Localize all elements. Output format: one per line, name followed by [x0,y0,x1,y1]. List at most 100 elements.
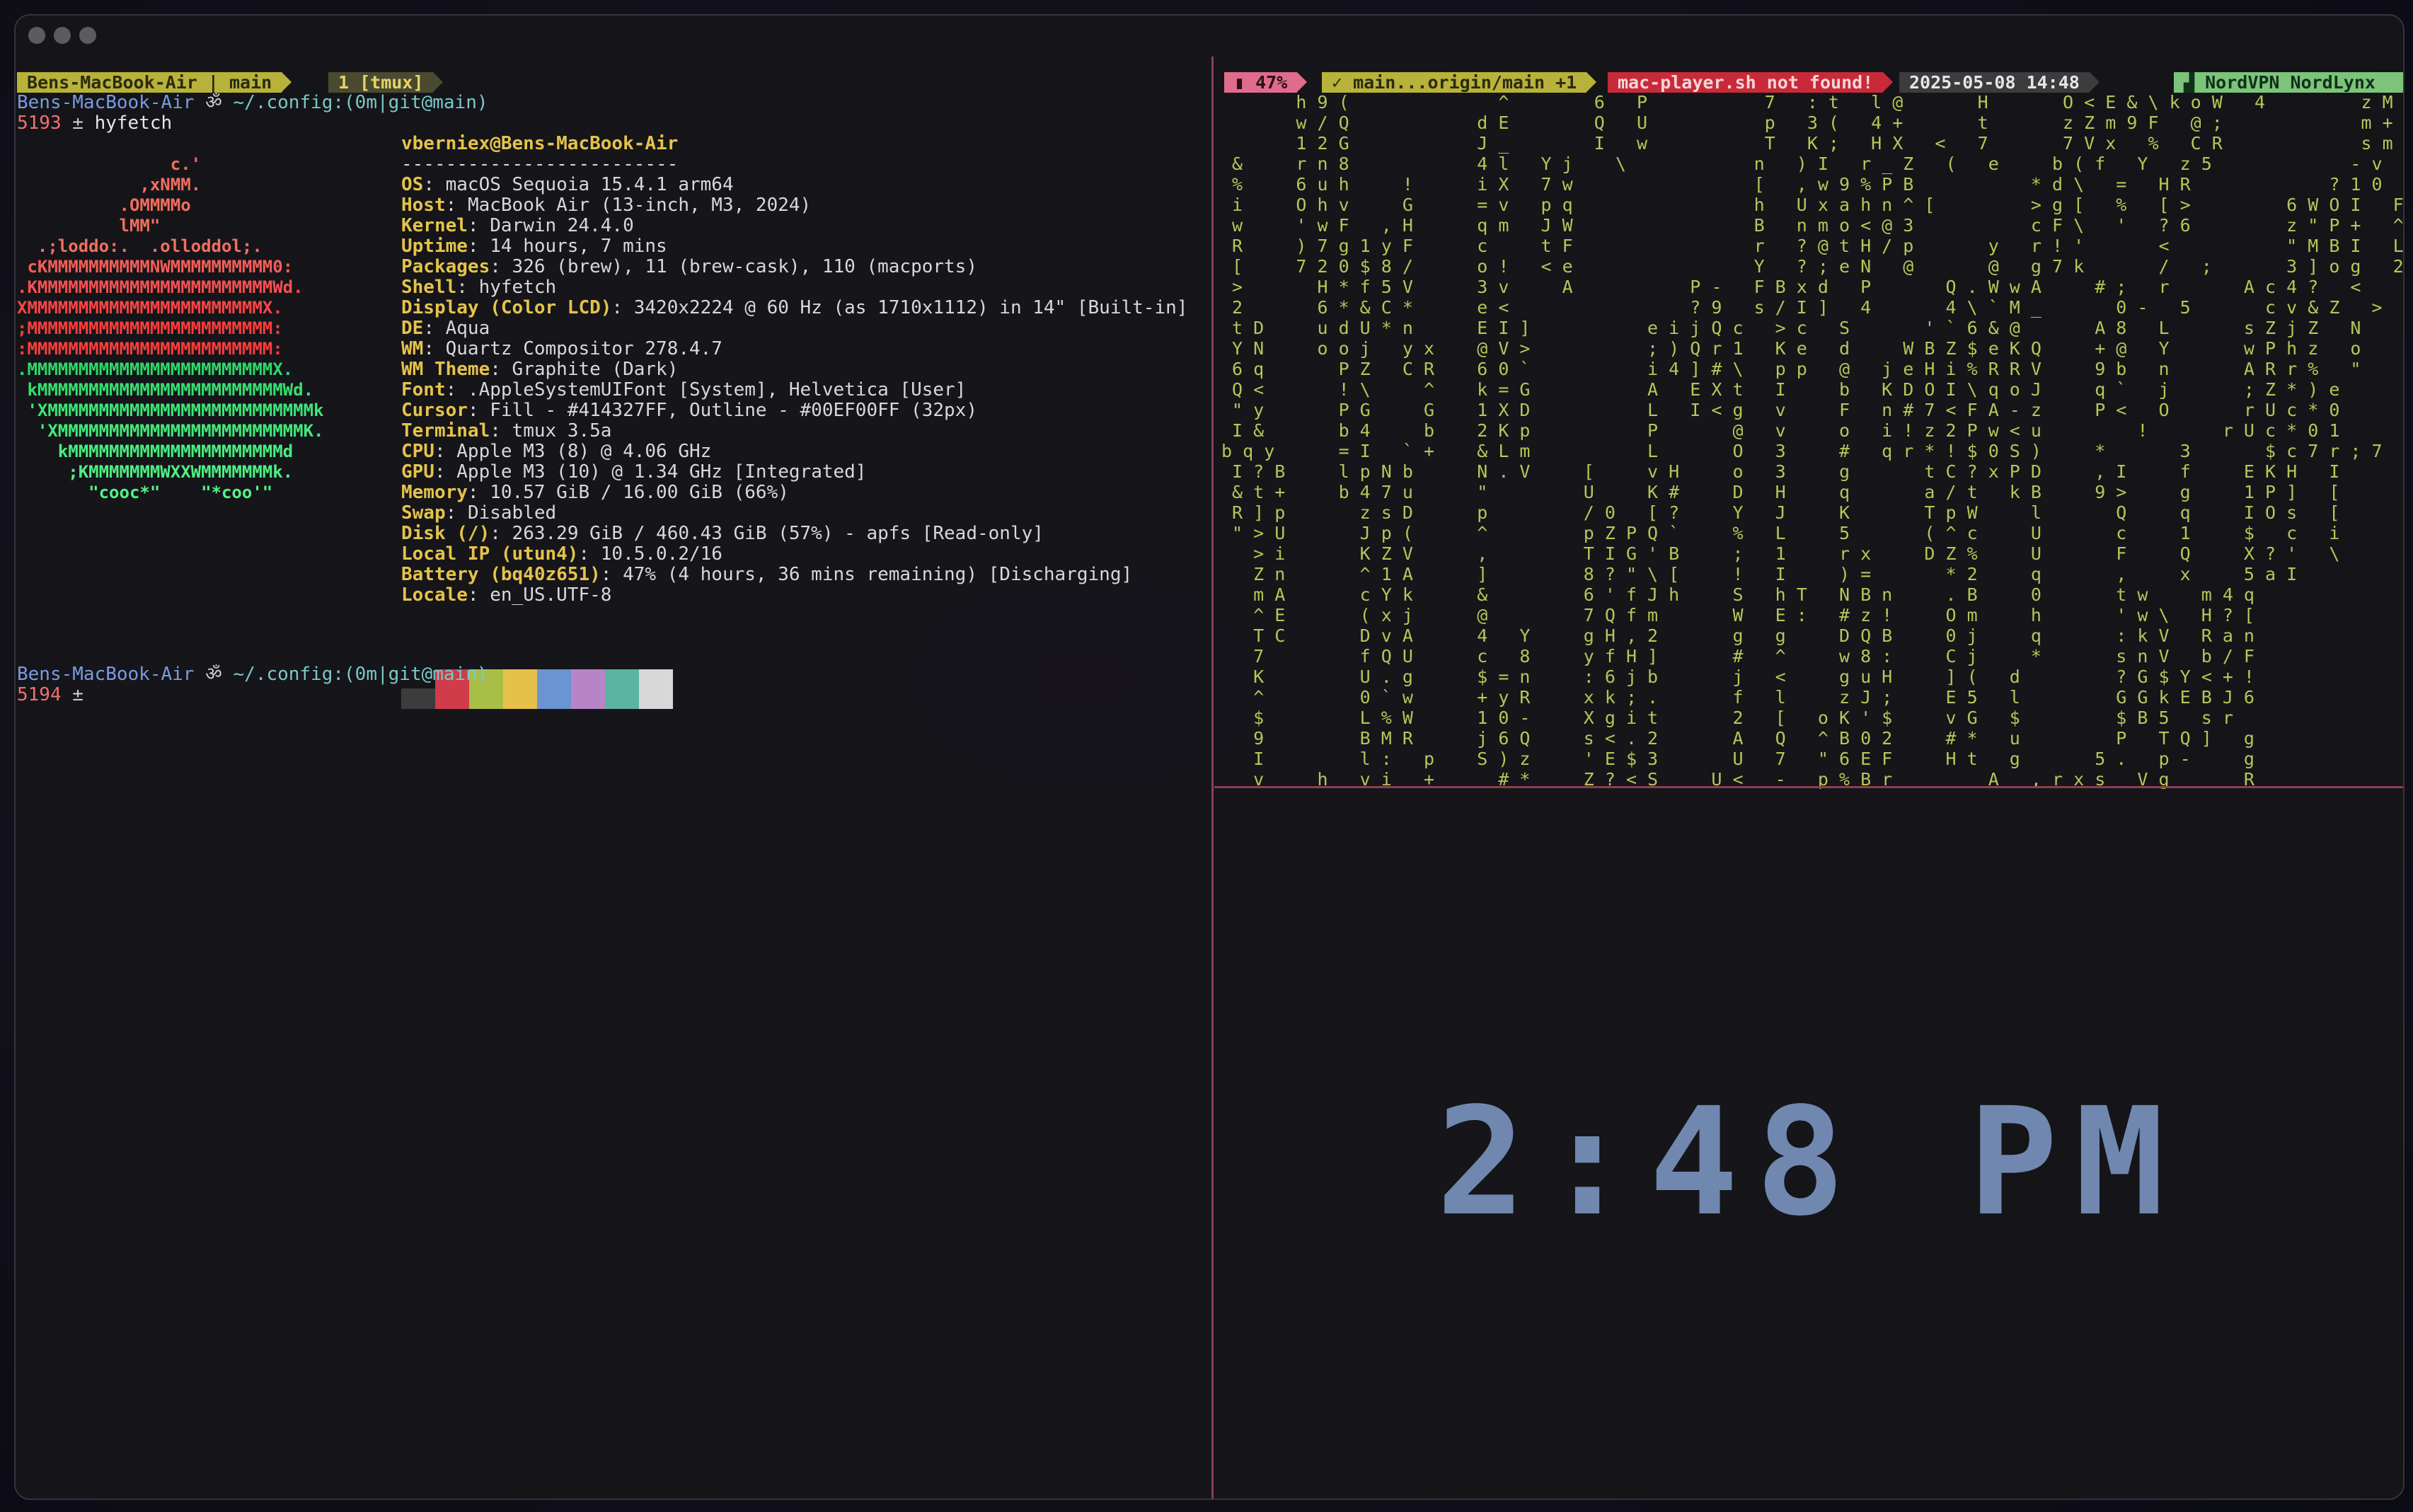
fetch-row: Host: MacBook Air (13-inch, M3, 2024) [401,195,812,216]
fetch-key: CPU [401,441,434,462]
left-pane[interactable]: Bens-MacBook-Air | main 1 [tmux] Bens-Ma… [16,57,1211,1497]
line-number: 5193 [17,112,62,134]
cmatrix-output: h 9 ( ^ 6 P 7 : t l @ H O < E & \ k o W … [1221,92,2403,790]
fetch-key: Battery (bq40z651) [401,564,601,585]
fetch-value: Disabled [467,502,557,524]
fetch-user-host: vberniex@Bens-MacBook-Air [401,133,679,154]
fetch-value: Apple M3 (10) @ 1.34 GHz [Integrated] [456,461,867,483]
fetch-row: Terminal: tmux 3.5a [401,420,612,442]
logo-line: ;MMMMMMMMMMMMMMMMMMMMMMMM: [17,318,283,338]
logo-line: "cooc*" "*coo'" [17,483,273,502]
git-value: main...origin/main +1 [1353,72,1577,93]
player-segment: mac-player.sh not found! [1608,72,1894,93]
fetch-key: GPU [401,461,434,483]
fetch-key: Terminal [401,420,490,442]
fetch-key: DE [401,318,424,339]
fetch-row: Local IP (utun4): 10.5.0.2/16 [401,543,722,565]
battery-segment: ▮ 47% [1224,72,1308,93]
logo-line: .;loddo:. .olloddol;. [17,236,263,256]
fetch-value: 10.5.0.2/16 [600,543,722,565]
fetch-separator: ------------------------- [401,154,679,175]
fetch-key: WM Theme [401,359,490,380]
palette-swatch [537,669,571,709]
fetch-row: CPU: Apple M3 (8) @ 4.06 GHz [401,441,712,462]
fetch-value: Apple M3 (8) @ 4.06 GHz [456,441,712,462]
fetch-key: Cursor [401,400,468,421]
vpn-segment: ▟ NordVPN NordLynx [2174,72,2403,93]
fetch-key: Packages [401,256,490,277]
logo-line: c.' [17,154,202,174]
fetch-key: Memory [401,482,468,503]
fetch-row: Disk (/): 263.29 GiB / 460.43 GiB (57%) … [401,523,1044,544]
prompt-host: Bens-MacBook-Air [17,664,195,685]
fetch-value: hyfetch [478,277,557,298]
fetch-row: Locale: en_US.UTF-8 [401,584,612,606]
minimize-button[interactable] [54,27,71,44]
fetch-key: Local IP (utun4) [401,543,579,565]
terminal-window: Bens-MacBook-Air | main 1 [tmux] Bens-Ma… [14,14,2405,1500]
logo-line: kMMMMMMMMMMMMMMMMMMMMMd [17,442,294,461]
fetch-row: Swap: Disabled [401,502,557,524]
fetch-key: OS [401,174,424,195]
fetch-value: MacBook Air (13-inch, M3, 2024) [467,195,812,216]
right-pane[interactable]: ▮ 47% ✓ main...origin/main +1 mac-player… [1214,57,2403,1497]
line-number: 5194 [17,684,62,705]
fetch-value: .AppleSystemUIFont [System], Helvetica [… [467,379,967,400]
fetch-row: Memory: 10.57 GiB / 16.00 GiB (66%) [401,482,789,503]
logo-line: lMM" [17,216,161,236]
fetch-value: tmux 3.5a [512,420,612,442]
fetch-value: macOS Sequoia 15.4.1 arm64 [445,174,734,195]
vpn-icon: ▟ [2184,72,2206,93]
prompt-path: ~/.config:(0m|git@main) [233,92,488,113]
logo-line: 'XMMMMMMMMMMMMMMMMMMMMMMMMK. [17,421,324,441]
command-line-1: 5193 ± hyfetch [17,112,173,134]
fetch-key: Shell [401,277,457,298]
command-text: hyfetch [94,112,173,134]
palette-swatch [401,688,435,709]
prompt-icon: ॐ [205,92,222,113]
palette-swatch [503,669,537,709]
fetch-row: Battery (bq40z651): 47% (4 hours, 36 min… [401,564,1133,585]
palette-swatch [605,669,639,709]
fetch-value: 3420x2224 @ 60 Hz (as 1710x1112) in 14" … [633,297,1188,318]
fetch-key: Locale [401,584,468,606]
prompt-line-2: Bens-MacBook-Air ॐ ~/.config:(0m|git@mai… [17,664,488,685]
fetch-key: Kernel [401,215,468,236]
fetch-row: WM Theme: Graphite (Dark) [401,359,679,380]
logo-line: :MMMMMMMMMMMMMMMMMMMMMMMM: [17,339,283,359]
fetch-row: Packages: 326 (brew), 11 (brew-cask), 11… [401,256,977,277]
fetch-value: Darwin 24.4.0 [490,215,634,236]
fetch-key: Host [401,195,446,216]
fetch-row: Cursor: Fill - #414327FF, Outline - #00E… [401,400,977,421]
vpn-value: NordVPN NordLynx [2205,72,2375,93]
prompt-icon: ॐ [205,664,222,685]
palette-swatch [571,669,605,709]
pane-divider-vertical[interactable] [1211,57,1214,1499]
title-bar [16,16,2403,48]
logo-line: 'XMMMMMMMMMMMMMMMMMMMMMMMMMMk [17,400,324,420]
prompt-path: ~/.config:(0m|git@main) [233,664,488,685]
fetch-key: Disk (/) [401,523,490,544]
fetch-value: 10.57 GiB / 16.00 GiB (66%) [490,482,789,503]
check-icon: ✓ [1332,72,1354,93]
battery-value: 47% [1255,72,1288,93]
battery-icon: ▮ [1234,72,1256,93]
fetch-row: Uptime: 14 hours, 7 mins [401,236,667,257]
command-line-2[interactable]: 5194 ± [17,685,83,705]
prompt-line-1: Bens-MacBook-Air ॐ ~/.config:(0m|git@mai… [17,93,488,113]
zoom-button[interactable] [79,27,96,44]
fetch-value: 14 hours, 7 mins [490,236,667,257]
logo-line: .OMMMMo [17,195,191,215]
tmux-window-segment[interactable]: 1 [tmux] [328,72,444,93]
prompt-host: Bens-MacBook-Air [17,92,195,113]
fetch-value: Quartz Compositor 278.4.7 [445,338,722,359]
tmux-session-segment: Bens-MacBook-Air | main [17,72,292,93]
fetch-row: GPU: Apple M3 (10) @ 1.34 GHz [Integrate… [401,461,867,483]
fetch-row: WM: Quartz Compositor 278.4.7 [401,338,722,359]
fetch-key: Swap [401,502,446,524]
tty-clock: 2:48 PM [1436,1075,2182,1249]
fetch-row: Kernel: Darwin 24.4.0 [401,215,634,236]
logo-line: .MMMMMMMMMMMMMMMMMMMMMMMMX. [17,359,294,379]
pane-divider-horizontal[interactable] [1214,786,2403,788]
close-button[interactable] [28,27,45,44]
